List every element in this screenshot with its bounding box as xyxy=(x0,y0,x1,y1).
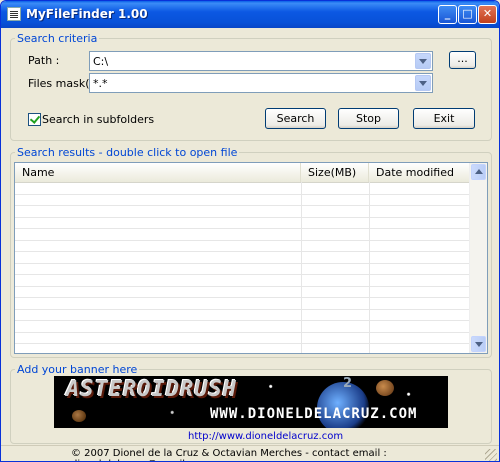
grid-line xyxy=(15,297,470,298)
exit-button[interactable]: Exit xyxy=(413,108,475,129)
stop-button[interactable]: Stop xyxy=(338,108,399,129)
grid-line xyxy=(15,205,470,206)
grid-line xyxy=(15,274,470,275)
search-results-legend: Search results - double click to open fi… xyxy=(15,146,240,159)
grid-line xyxy=(15,331,470,333)
grid-line xyxy=(15,285,470,287)
banner-url-text: WWW.DIONELDELACRUZ.COM xyxy=(210,406,418,422)
grid-line xyxy=(15,343,470,344)
banner-title: ASTEROIDRUSH xyxy=(66,377,237,402)
chevron-down-icon[interactable] xyxy=(415,53,431,69)
files-mask-value: *.* xyxy=(93,77,108,90)
grid-line xyxy=(15,193,470,195)
path-label: Path : xyxy=(28,54,60,67)
column-header-date[interactable]: Date modified xyxy=(369,163,470,182)
grid-line xyxy=(15,308,470,310)
scroll-down-icon[interactable] xyxy=(471,336,486,352)
banner-asteroid xyxy=(376,380,394,396)
grid-line xyxy=(15,216,470,218)
chevron-down-icon[interactable] xyxy=(415,75,431,91)
scroll-up-icon[interactable] xyxy=(471,164,486,180)
grid-line xyxy=(15,239,470,241)
main-window: MyFileFinder 1.00 _ □ ✕ Search criteria … xyxy=(0,0,500,462)
grid-line xyxy=(15,320,470,321)
column-header-name[interactable]: Name xyxy=(15,163,301,182)
close-button[interactable]: ✕ xyxy=(478,5,497,24)
status-bar: © 2007 Dionel de la Cruz & Octavian Merc… xyxy=(1,445,499,461)
grid-line xyxy=(15,228,470,229)
results-header: Name Size(MB) Date modified xyxy=(15,163,470,183)
banner-legend: Add your banner here xyxy=(15,363,140,376)
search-subfolders-label[interactable]: Search in subfolders xyxy=(42,113,154,126)
banner-superscript: 2 xyxy=(343,376,353,391)
search-criteria-legend: Search criteria xyxy=(15,32,100,45)
window-title: MyFileFinder 1.00 xyxy=(26,7,148,21)
browse-button[interactable]: ... xyxy=(449,51,476,69)
minimize-button[interactable]: _ xyxy=(438,5,457,24)
resize-grip-icon[interactable] xyxy=(485,449,497,461)
results-list[interactable]: Name Size(MB) Date modified xyxy=(14,162,488,354)
grid-line xyxy=(15,262,470,264)
title-bar[interactable]: MyFileFinder 1.00 _ □ ✕ xyxy=(1,1,499,28)
search-subfolders-checkbox[interactable] xyxy=(28,113,41,126)
files-mask-combobox[interactable]: *.* xyxy=(89,73,433,93)
results-scrollbar[interactable] xyxy=(469,163,487,353)
grid-line xyxy=(15,251,470,252)
column-header-size[interactable]: Size(MB) xyxy=(301,163,369,182)
banner-image[interactable]: ASTEROIDRUSH 2 WWW.DIONELDELACRUZ.COM xyxy=(54,376,448,428)
website-link[interactable]: http://www.dioneldelacruz.com xyxy=(188,431,343,442)
path-value: C:\ xyxy=(93,55,109,68)
status-text: © 2007 Dionel de la Cruz & Octavian Merc… xyxy=(71,448,387,461)
maximize-button[interactable]: □ xyxy=(458,5,477,24)
search-button[interactable]: Search xyxy=(265,108,326,129)
path-combobox[interactable]: C:\ xyxy=(89,51,433,71)
grid-line xyxy=(369,182,370,353)
grid-line xyxy=(301,182,302,353)
app-icon xyxy=(7,7,21,21)
banner-asteroid xyxy=(72,410,86,422)
